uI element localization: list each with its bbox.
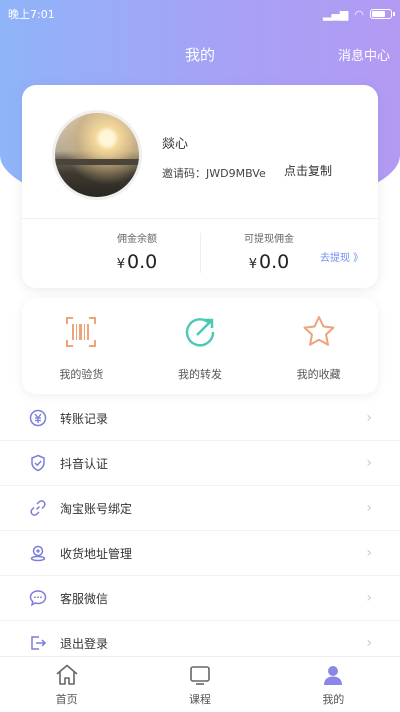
menu-item-transfer-record[interactable]: 转账记录 › [0, 396, 400, 441]
withdraw-link[interactable]: 去提现 》 [320, 249, 363, 264]
transfer-record-icon [29, 409, 47, 427]
tab-bar: 首页 课程 我的 [0, 656, 400, 712]
chevron-right-icon: › [366, 545, 372, 561]
shortcut-label: 我的转发 [178, 368, 222, 381]
menu-item-label: 淘宝账号绑定 [60, 501, 133, 516]
chevron-right-icon: › [366, 410, 372, 426]
tab-profile[interactable]: 我的 [267, 657, 400, 712]
shortcut-label: 我的收藏 [296, 368, 341, 381]
share-forward-icon [185, 318, 215, 347]
status-bar: 晚上7:01 ▂▄▆ ◠ [0, 0, 400, 28]
shortcut-inspection[interactable]: 我的验货 [22, 298, 141, 394]
chevron-right-icon: › [366, 455, 372, 471]
currency-symbol: ¥ [248, 257, 258, 272]
balance-value: 0.0 [127, 251, 158, 273]
menu-item-label: 退出登录 [60, 636, 109, 651]
balance-label: 佣金余额 [117, 234, 157, 245]
shortcut-label: 我的验货 [59, 368, 104, 381]
username: 燚心 [162, 137, 189, 152]
menu-list: 转账记录 › 抖音认证 › 淘宝账号绑定 › 收货地址管理 › 客服微信 › 退… [0, 396, 400, 666]
barcode-scan-icon [66, 317, 97, 347]
menu-item-service-wechat[interactable]: 客服微信 › [0, 576, 400, 621]
tab-label: 课程 [188, 693, 211, 706]
profile-icon [324, 666, 343, 685]
menu-item-label: 客服微信 [60, 591, 109, 606]
tab-label: 我的 [322, 693, 345, 706]
menu-item-label: 转账记录 [60, 411, 109, 426]
shortcut-favorites[interactable]: 我的收藏 [259, 298, 378, 394]
menu-item-douyin-auth[interactable]: 抖音认证 › [0, 441, 400, 486]
chat-icon [29, 590, 47, 607]
nav-bar: 我的 消息中心 [0, 38, 400, 68]
tab-label: 首页 [55, 693, 78, 706]
avatar[interactable] [52, 110, 142, 200]
shortcut-forward[interactable]: 我的转发 [141, 298, 260, 394]
invite-code: 邀请码：JWD9MBVe [162, 165, 266, 181]
menu-item-label: 收货地址管理 [60, 546, 133, 561]
chevron-right-icon: › [366, 635, 372, 651]
invite-code-value: JWD9MBVe [206, 167, 266, 180]
invite-code-label: 邀请码： [162, 167, 206, 180]
star-icon [303, 316, 335, 346]
profile-card: 燚心 邀请码：JWD9MBVe 点击复制 佣金余额 ¥0.0 可提现佣金 ¥0.… [22, 85, 378, 288]
course-icon [190, 666, 210, 685]
message-center-link[interactable]: 消息中心 [338, 45, 390, 64]
tab-course[interactable]: 课程 [133, 657, 266, 712]
location-icon [30, 545, 46, 562]
home-icon [56, 664, 78, 685]
currency-symbol: ¥ [116, 257, 126, 272]
balance-block: 佣金余额 ¥0.0 [62, 230, 212, 273]
logout-icon [31, 636, 47, 650]
battery-icon [370, 9, 395, 19]
link-icon [30, 500, 46, 516]
chevron-right-icon: › [366, 590, 372, 606]
status-time: 晚上7:01 [8, 8, 55, 21]
shield-check-icon [31, 454, 45, 472]
withdrawable-label: 可提现佣金 [244, 234, 294, 245]
wifi-icon: ◠ [354, 7, 364, 21]
signal-icon: ▂▄▆ [323, 7, 349, 21]
menu-item-label: 抖音认证 [60, 456, 109, 471]
tab-home[interactable]: 首页 [0, 657, 133, 712]
copy-invite-button[interactable]: 点击复制 [284, 162, 332, 179]
chevron-right-icon: › [366, 500, 372, 516]
divider [22, 218, 378, 219]
withdrawable-value: 0.0 [259, 251, 290, 273]
menu-item-address[interactable]: 收货地址管理 › [0, 531, 400, 576]
menu-item-taobao-bind[interactable]: 淘宝账号绑定 › [0, 486, 400, 531]
shortcut-card: 我的验货 我的转发 我的收藏 [22, 298, 378, 394]
